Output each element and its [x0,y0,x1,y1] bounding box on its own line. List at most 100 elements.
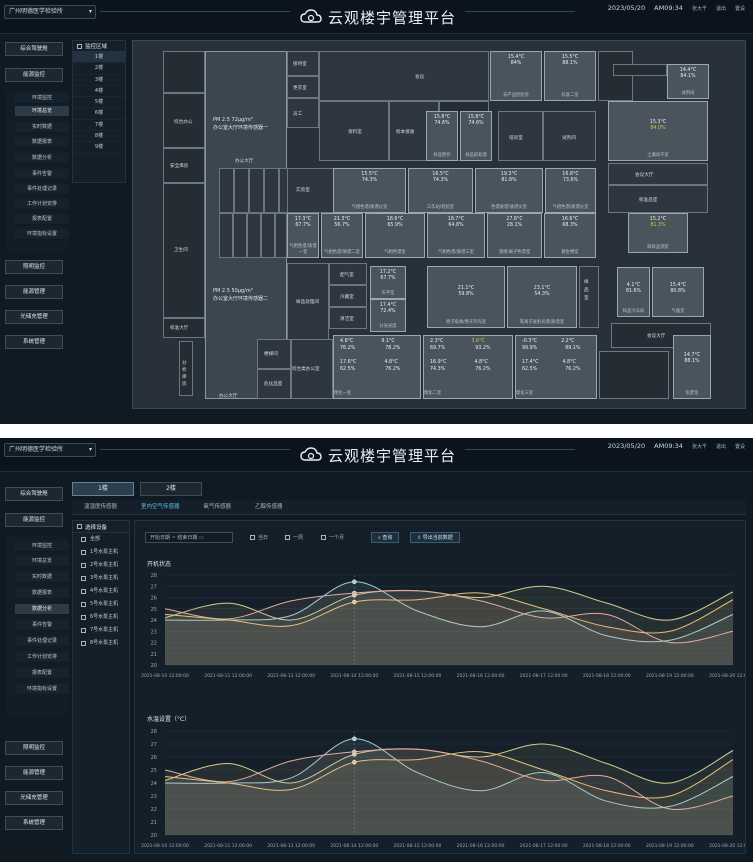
floor-item[interactable]: 9楼 [73,142,125,154]
cold-room-card[interactable]: 2.3°C 3.6°C 69.7% 93.2% 16.9°C 4.8°C 74.3% 7… [423,335,513,399]
device-item[interactable]: 4号水泵主机 [73,585,129,598]
device-item[interactable]: 3号水泵主机 [73,572,129,585]
room[interactable] [613,64,667,76]
nav-alarm[interactable]: 事件告警 [15,620,69,631]
nav-realtime[interactable]: 实时数据 [15,572,69,583]
sensor-card[interactable]: 18.7°C 64.8% 气相色谱/质谱三室 [427,213,485,258]
room[interactable]: 样品处理间 [287,263,329,341]
office-sensor-2[interactable]: PM 2.5 50μg/m³ 办公室大厅环境传感器二 [213,287,268,303]
nav-lighting[interactable]: 照明监控 [5,260,63,274]
checkbox-icon[interactable] [81,589,86,594]
checkbox-icon[interactable] [81,563,86,568]
room[interactable]: 更衣室 [287,76,319,98]
data-point[interactable] [352,579,357,584]
location-select[interactable]: 广州明德医学检验所 ▾ [4,5,96,19]
sensor-card[interactable]: 23.1°C 54.3% 等离子发射光谱/质谱室 [507,266,577,328]
room[interactable]: 试剂间 [543,111,596,161]
cold-room-card[interactable]: -0.3°C 2.2°C 99.9% 89.1% 17.4°C 4.8°C 62.5%… [515,335,597,399]
settings-button[interactable]: 置设 [735,443,745,450]
tab-ethanol[interactable]: 乙醇传感器 [243,500,295,514]
sensor-card[interactable]: 15.3°C 84.0% 土壤风干室 [608,101,708,161]
room[interactable]: 冷藏室 [329,285,367,307]
floor-item[interactable]: 7楼 [73,120,125,132]
nav-energy-mgmt[interactable]: 能源管理 [5,766,63,780]
room[interactable] [219,168,234,213]
sensor-card[interactable]: 16.6°C 68.3% 微生物室 [544,213,596,258]
room[interactable] [163,51,205,93]
data-point[interactable] [352,759,357,765]
device-item[interactable]: 全部 [73,533,129,546]
nav-work-plan[interactable]: 工作计划安排 [15,199,69,210]
sensor-card[interactable]: 14.7°C 88.1% 危废室 [673,335,711,399]
sensor-card[interactable]: 19.3°C 81.8% 色谱质谱/质谱仪室 [475,168,543,213]
sensor-card[interactable]: 16.5°C 74.3% 工作站/检验室 [408,168,473,213]
room[interactable]: 分析库房 [179,341,193,396]
room[interactable] [233,213,247,258]
sensor-card[interactable]: 15.5°C 88.1% 标准二室 [544,51,596,101]
data-point[interactable] [352,749,357,755]
nav-env-overview[interactable]: 环境总览 [15,556,69,567]
room[interactable]: 安全库房 [163,148,205,183]
sensor-card[interactable]: 15.4°C 84% 农产品检验室 [490,51,542,101]
sensor-card[interactable]: 21.1°C 59.8% 原子吸收/原子荧光室 [427,266,505,328]
nav-system[interactable]: 系统管理 [5,335,63,349]
room[interactable]: 清洁室 [329,307,367,329]
room[interactable]: 标准品室 [608,185,708,213]
nav-report[interactable]: 数据报表 [15,137,69,148]
tab-floor-1[interactable]: 1楼 [72,482,134,496]
sensor-card[interactable]: 15.8°C 74.6% 样品暂存 [426,111,458,161]
floor-item[interactable]: 6楼 [73,108,125,120]
room[interactable] [598,51,633,101]
room[interactable]: 会议大厅 [608,163,708,185]
sensor-card[interactable]: 21.3°C 56.7% 气相色谱/质谱二室 [321,213,363,258]
device-item[interactable]: 2号水泵主机 [73,559,129,572]
export-button[interactable]: ⇪ 导出当前数据 [410,532,460,543]
nav-work-plan[interactable]: 工作计划安排 [15,652,69,663]
checkbox-icon[interactable] [81,602,86,607]
nav-report[interactable]: 数据报表 [15,588,69,599]
sensor-card[interactable]: 16.8°C 73.6% 气相色谱/质谱仪室 [545,168,596,213]
floor-item[interactable]: 1楼 [73,52,125,64]
office-sensor-1[interactable]: PM 2.5 72μg/m³ 办公室大厅环境传感器一 [213,116,268,132]
sensor-card[interactable]: 15.4°C 80.8% 气瓶室 [652,267,704,317]
nav-pv-storage[interactable]: 光储充管理 [5,310,63,324]
tab-temp-humidity[interactable]: 温湿度传感器 [72,500,129,514]
nav-cockpit[interactable]: 综合驾驶舱 [5,42,63,56]
room[interactable] [261,213,275,258]
data-point[interactable] [352,599,357,605]
tab-floor-2[interactable]: 2楼 [140,482,202,496]
device-item[interactable]: 7号水泵主机 [73,624,129,637]
room[interactable]: 员工 [287,98,319,128]
room[interactable]: 综合类办公室 [291,339,333,399]
nav-energy-monitor[interactable]: 能源监控 [5,68,63,82]
checkbox-icon[interactable] [81,615,86,620]
logout-button[interactable]: 退出 [716,5,726,12]
room[interactable] [264,168,279,213]
floor-item[interactable]: 4楼 [73,86,125,98]
sensor-card[interactable]: 27.8°C 28.1% 液相/离子色谱室 [487,213,542,258]
nav-realtime[interactable]: 实时数据 [15,122,69,133]
room[interactable]: 楼梯间 [257,339,291,369]
sensor-card[interactable]: 15.5°C 74.3% 气相色谱/质谱仪室 [333,168,406,213]
nav-system[interactable]: 系统管理 [5,816,63,830]
sensor-card[interactable]: 14.4°C 84.1% 试剂间 [667,64,709,99]
radio-month[interactable]: 一个月 [321,532,344,543]
nav-cockpit[interactable]: 综合驾驶舱 [5,487,63,501]
nav-event-log[interactable]: 事件处理记录 [15,184,69,195]
room[interactable]: 资料室 [319,101,389,161]
user-name[interactable]: 张大千 [692,443,707,450]
radio-today[interactable]: 当日 [250,532,268,543]
room[interactable] [249,168,264,213]
nav-analysis[interactable]: 数据分析 [15,604,69,615]
data-point[interactable] [352,736,357,742]
floor-item[interactable]: 8楼 [73,131,125,143]
floor-item[interactable]: 3楼 [73,75,125,86]
nav-pv-storage[interactable]: 光储充管理 [5,791,63,805]
nav-lighting[interactable]: 照明监控 [5,741,63,755]
tab-oxygen[interactable]: 氧气传感器 [192,500,244,514]
floor-item[interactable]: 2楼 [73,63,125,75]
nav-energy-mgmt[interactable]: 能源管理 [5,285,63,299]
sensor-card[interactable]: 4.1°C 81.6% 样品冷冻间 [617,267,650,317]
nav-report-config[interactable]: 报表配置 [15,214,69,225]
data-point[interactable] [352,590,357,596]
